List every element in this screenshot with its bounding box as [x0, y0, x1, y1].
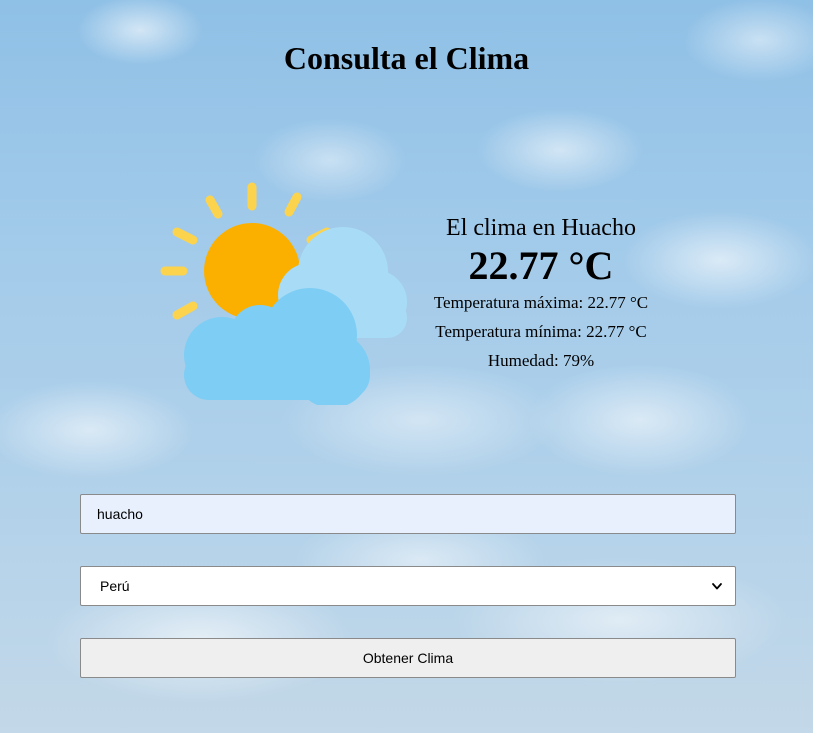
min-temperature: Temperatura mínima: 22.77 °C	[435, 322, 647, 341]
humidity: Humedad: 79%	[487, 351, 595, 370]
country-select[interactable]: Perú	[80, 566, 736, 606]
temperature-value: 22.77 °C	[468, 243, 614, 288]
page-title: Consulta el Clima	[283, 40, 530, 76]
get-weather-button[interactable]: Obtener Clima	[80, 638, 736, 678]
weather-info: El clima en Huacho 22.77 °C Temperatura …	[418, 212, 664, 375]
city-input[interactable]	[80, 494, 736, 534]
country-select-value: Perú	[100, 578, 130, 594]
max-temperature: Temperatura máxima: 22.77 °C	[433, 293, 649, 312]
sun-behind-clouds-icon	[160, 180, 410, 408]
chevron-down-icon	[712, 583, 722, 590]
city-heading: El clima en Huacho	[446, 215, 636, 241]
